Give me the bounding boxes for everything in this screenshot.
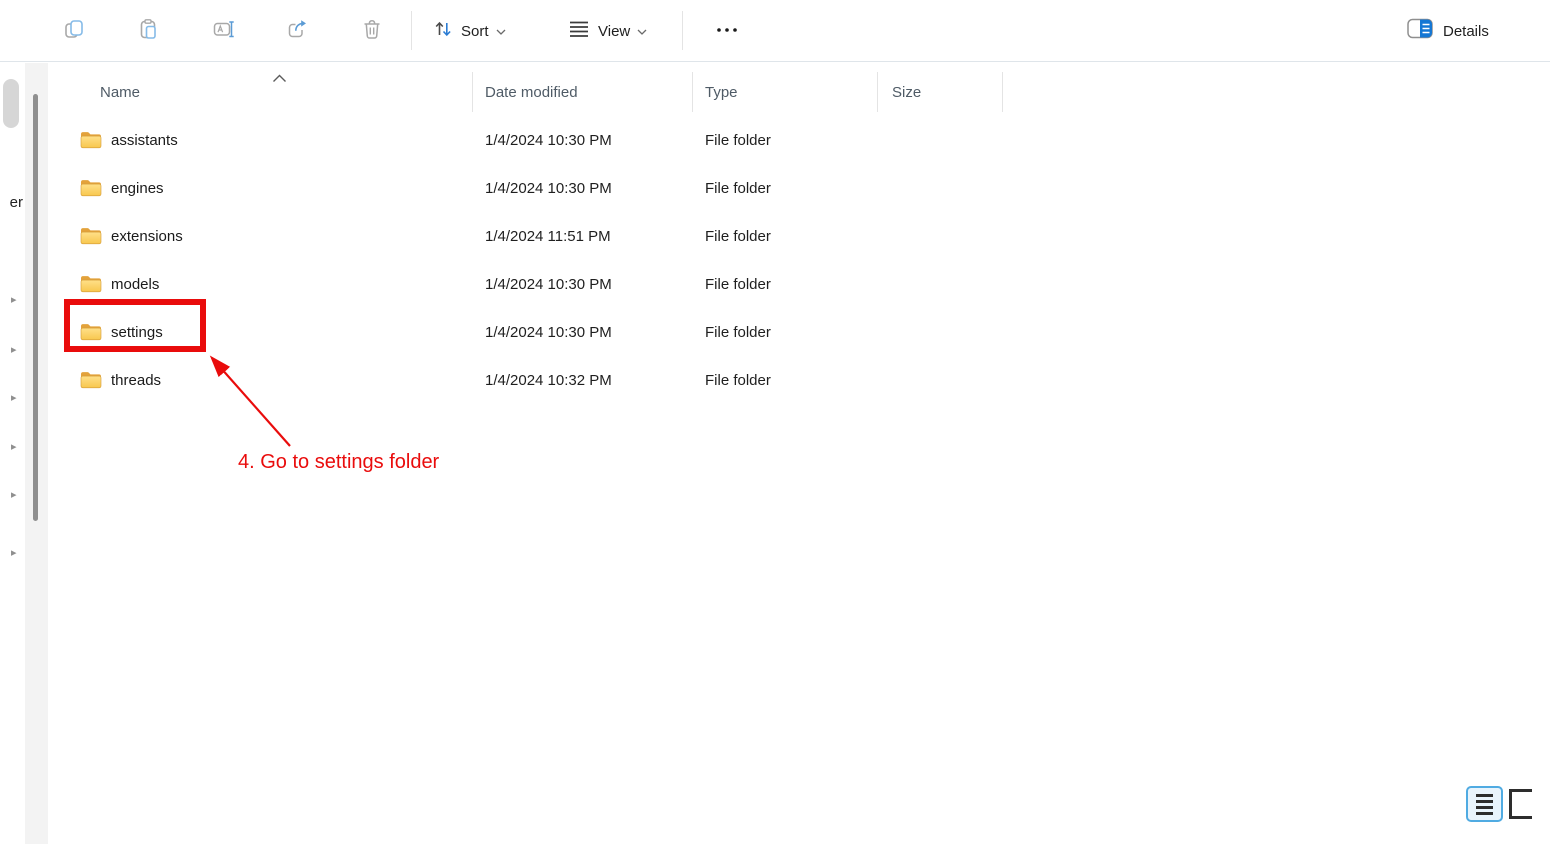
nav-pane-fragment bbox=[3, 79, 19, 128]
file-name: assistants bbox=[111, 132, 178, 149]
paste-button[interactable] bbox=[133, 15, 165, 47]
details-label: Details bbox=[1443, 23, 1489, 40]
sort-dropdown[interactable]: Sort bbox=[428, 14, 510, 48]
tree-expand-chevron-icon[interactable]: ▸ bbox=[11, 440, 25, 454]
column-header-row: Name Date modified Type Size bbox=[50, 68, 1550, 116]
column-header-type[interactable]: Type bbox=[693, 72, 878, 112]
sort-ascending-caret-icon bbox=[272, 70, 287, 88]
file-type: File folder bbox=[693, 324, 878, 341]
file-name: models bbox=[111, 276, 159, 293]
delete-icon bbox=[360, 17, 384, 46]
rename-icon bbox=[212, 17, 236, 46]
folder-icon bbox=[80, 179, 102, 197]
file-row-settings[interactable]: settings 1/4/2024 10:30 PM File folder bbox=[50, 308, 1550, 356]
chevron-down-icon bbox=[637, 22, 647, 40]
details-pane-icon bbox=[1407, 18, 1434, 44]
sort-label: Sort bbox=[461, 23, 489, 40]
ellipsis-icon bbox=[714, 17, 740, 46]
file-type: File folder bbox=[693, 372, 878, 389]
file-row-extensions[interactable]: extensions 1/4/2024 11:51 PM File folder bbox=[50, 212, 1550, 260]
sort-icon bbox=[432, 18, 454, 45]
file-date: 1/4/2024 10:32 PM bbox=[473, 372, 693, 389]
file-row-models[interactable]: models 1/4/2024 10:30 PM File folder bbox=[50, 260, 1550, 308]
annotation-highlight-box bbox=[64, 299, 206, 352]
folder-icon bbox=[80, 371, 102, 389]
file-date: 1/4/2024 10:30 PM bbox=[473, 180, 693, 197]
file-type: File folder bbox=[693, 228, 878, 245]
chevron-down-icon bbox=[496, 22, 506, 40]
tree-expand-chevron-icon[interactable]: ▸ bbox=[11, 391, 25, 405]
file-name: extensions bbox=[111, 228, 183, 245]
file-date: 1/4/2024 10:30 PM bbox=[473, 324, 693, 341]
annotation-label: 4. Go to settings folder bbox=[238, 451, 439, 474]
file-row-engines[interactable]: engines 1/4/2024 10:30 PM File folder bbox=[50, 164, 1550, 212]
file-row-threads[interactable]: threads 1/4/2024 10:32 PM File folder bbox=[50, 356, 1550, 404]
file-name: engines bbox=[111, 180, 164, 197]
view-icon bbox=[567, 18, 591, 45]
view-label: View bbox=[598, 23, 630, 40]
share-button[interactable] bbox=[282, 15, 314, 47]
details-view-icon bbox=[1476, 794, 1493, 797]
share-icon bbox=[286, 17, 310, 46]
column-header-date-modified[interactable]: Date modified bbox=[473, 72, 693, 112]
file-type: File folder bbox=[693, 132, 878, 149]
file-name: threads bbox=[111, 372, 161, 389]
tree-expand-chevron-icon[interactable]: ▸ bbox=[11, 343, 25, 357]
column-header-size[interactable]: Size bbox=[878, 72, 1003, 112]
file-type: File folder bbox=[693, 276, 878, 293]
file-list: Name Date modified Type Size assistants … bbox=[50, 68, 1550, 404]
toolbar-separator bbox=[682, 11, 683, 50]
details-view-toggle[interactable] bbox=[1466, 786, 1503, 822]
tree-expand-chevron-icon[interactable]: ▸ bbox=[11, 293, 25, 307]
nav-scrollbar[interactable] bbox=[33, 94, 38, 521]
file-date: 1/4/2024 10:30 PM bbox=[473, 132, 693, 149]
column-header-name[interactable]: Name bbox=[50, 72, 473, 112]
file-date: 1/4/2024 10:30 PM bbox=[473, 276, 693, 293]
folder-icon bbox=[80, 227, 102, 245]
large-icons-view-toggle[interactable] bbox=[1509, 789, 1532, 819]
nav-clipped-text: er bbox=[2, 194, 23, 214]
file-row-assistants[interactable]: assistants 1/4/2024 10:30 PM File folder bbox=[50, 116, 1550, 164]
tree-expand-chevron-icon[interactable]: ▸ bbox=[11, 488, 25, 502]
file-date: 1/4/2024 11:51 PM bbox=[473, 228, 693, 245]
view-dropdown[interactable]: View bbox=[563, 14, 651, 48]
copy-button[interactable] bbox=[58, 15, 90, 47]
paste-icon bbox=[137, 17, 161, 46]
toolbar: Sort View Details bbox=[0, 0, 1550, 62]
toolbar-separator bbox=[411, 11, 412, 50]
details-pane-toggle[interactable]: Details bbox=[1407, 14, 1489, 48]
rename-button[interactable] bbox=[208, 15, 240, 47]
tree-expand-chevron-icon[interactable]: ▸ bbox=[11, 546, 25, 560]
copy-icon bbox=[62, 17, 86, 46]
folder-icon bbox=[80, 275, 102, 293]
folder-icon bbox=[80, 131, 102, 149]
file-type: File folder bbox=[693, 180, 878, 197]
delete-button[interactable] bbox=[356, 15, 388, 47]
more-options-button[interactable] bbox=[711, 15, 743, 47]
